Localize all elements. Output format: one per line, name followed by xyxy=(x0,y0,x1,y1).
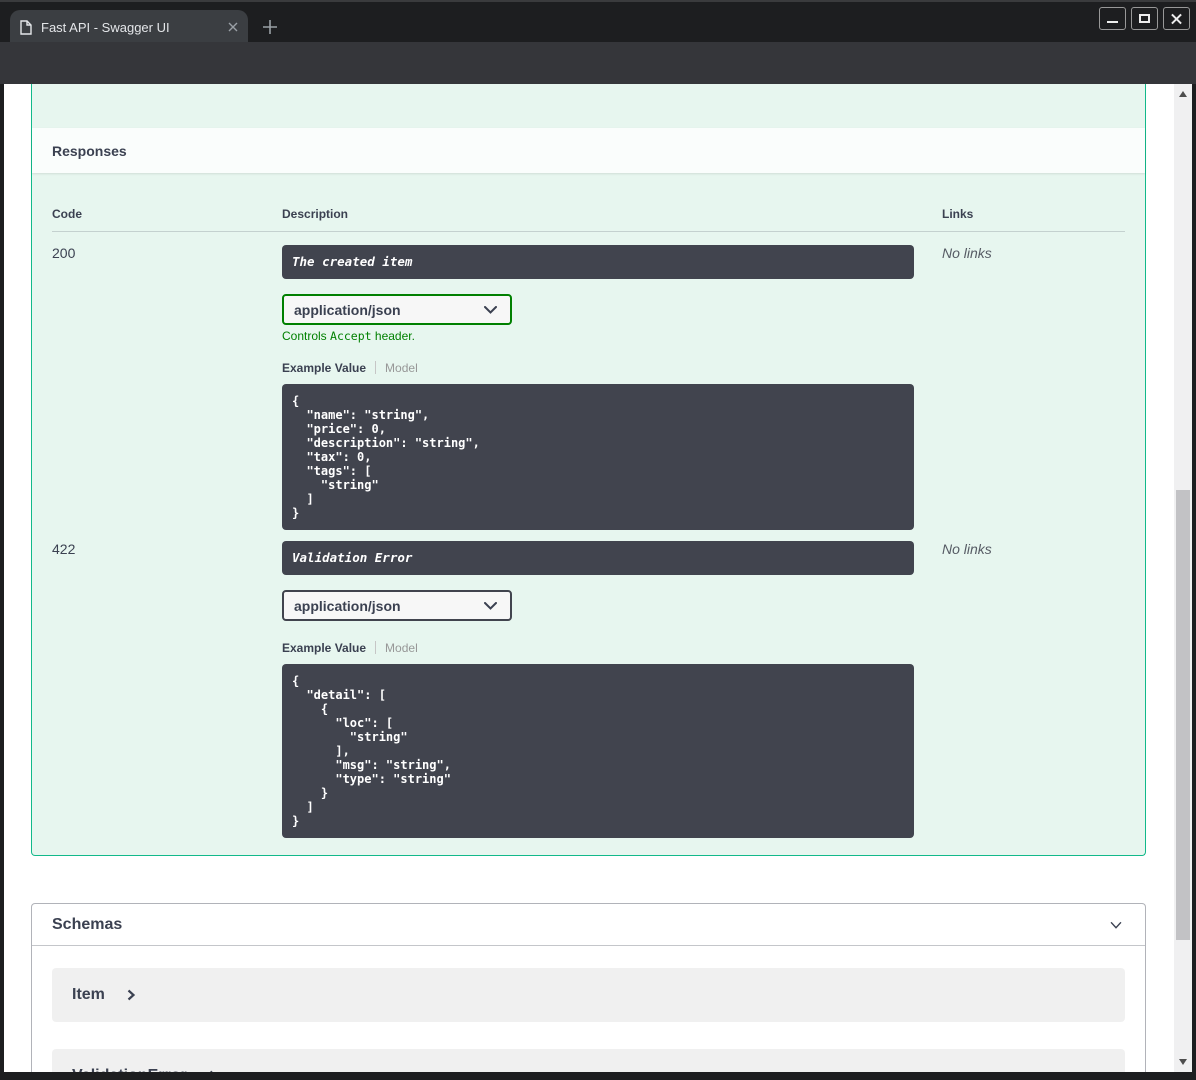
models-list: Item ValidationError xyxy=(32,946,1145,1072)
responses-title: Responses xyxy=(52,142,127,159)
schemas-header[interactable]: Schemas xyxy=(32,904,1145,946)
media-type-select[interactable]: application/json xyxy=(282,590,512,621)
response-links: No links xyxy=(942,541,992,557)
scrollbar-thumb[interactable] xyxy=(1176,490,1190,940)
model-name: Item xyxy=(72,986,105,1003)
swagger-page: Responses Code Description Links 200 The… xyxy=(4,84,1174,1072)
response-description: The created item xyxy=(282,245,914,279)
response-links: No links xyxy=(942,245,992,261)
tab-separator xyxy=(375,361,377,374)
model-item[interactable]: Item xyxy=(52,968,1125,1022)
minimize-button[interactable] xyxy=(1099,7,1126,30)
schemas-title: Schemas xyxy=(52,915,123,933)
header-code: Code xyxy=(52,207,82,221)
response-description: Validation Error xyxy=(282,541,914,575)
tab-model[interactable]: Model xyxy=(385,361,418,375)
example-json-block: { "detail": [ { "loc": [ "string" ], "ms… xyxy=(282,664,914,838)
opblock-responses-panel: Responses Code Description Links 200 The… xyxy=(31,84,1146,856)
browser-tab[interactable]: Fast API - Swagger UI xyxy=(10,10,248,44)
responses-table: Code Description Links 200 The created i… xyxy=(32,173,1145,858)
header-links: Links xyxy=(942,207,974,221)
close-button[interactable] xyxy=(1163,7,1190,30)
media-type-select[interactable]: application/json xyxy=(282,294,512,325)
model-name: ValidationError xyxy=(72,1067,187,1072)
media-type-value: application/json xyxy=(294,301,401,318)
response-row-200: 200 The created item application/json Co… xyxy=(52,232,1125,530)
response-row-422: 422 Validation Error application/json Ex… xyxy=(52,530,1125,838)
tab-example-value[interactable]: Example Value xyxy=(282,641,366,655)
browser-toolbar: 127.0.0.1:8000/docs xyxy=(0,42,1196,119)
tab-separator xyxy=(375,641,377,654)
response-description-cell: The created item application/json Contro… xyxy=(282,245,914,530)
example-json-block: { "name": "string", "price": 0, "descrip… xyxy=(282,384,914,530)
chevron-down-icon[interactable] xyxy=(1107,916,1125,934)
chevron-down-icon xyxy=(484,601,497,610)
response-code: 200 xyxy=(52,245,76,261)
tab-model[interactable]: Model xyxy=(385,641,418,655)
new-tab-button[interactable] xyxy=(258,15,282,39)
schemas-section: Schemas Item ValidationError xyxy=(31,903,1146,1072)
response-description-cell: Validation Error application/json Exampl… xyxy=(282,541,914,838)
tab-title: Fast API - Swagger UI xyxy=(41,19,170,35)
example-model-tabs: Example Value Model xyxy=(282,361,914,375)
scroll-down-arrow-icon[interactable] xyxy=(1179,1059,1187,1065)
page-scrollbar[interactable] xyxy=(1174,84,1192,1072)
accept-header-note: Controls Accept header. xyxy=(282,329,415,343)
scroll-up-arrow-icon[interactable] xyxy=(1179,91,1187,97)
header-description: Description xyxy=(282,207,349,221)
example-model-tabs: Example Value Model xyxy=(282,641,914,655)
maximize-button[interactable] xyxy=(1131,7,1158,30)
window-controls xyxy=(1099,7,1190,30)
chevron-right-icon xyxy=(209,1070,213,1072)
page-icon xyxy=(20,19,32,35)
responses-section-header: Responses xyxy=(32,128,1145,173)
chevron-right-icon xyxy=(127,989,136,1001)
titlebar: Fast API - Swagger UI xyxy=(0,0,1196,44)
tab-close-icon[interactable] xyxy=(228,22,238,32)
tab-example-value[interactable]: Example Value xyxy=(282,361,366,375)
model-validationerror[interactable]: ValidationError xyxy=(52,1049,1125,1072)
response-code: 422 xyxy=(52,541,76,557)
responses-table-header: Code Description Links xyxy=(52,191,1125,232)
media-type-value: application/json xyxy=(294,597,401,614)
chevron-down-icon xyxy=(484,305,497,314)
